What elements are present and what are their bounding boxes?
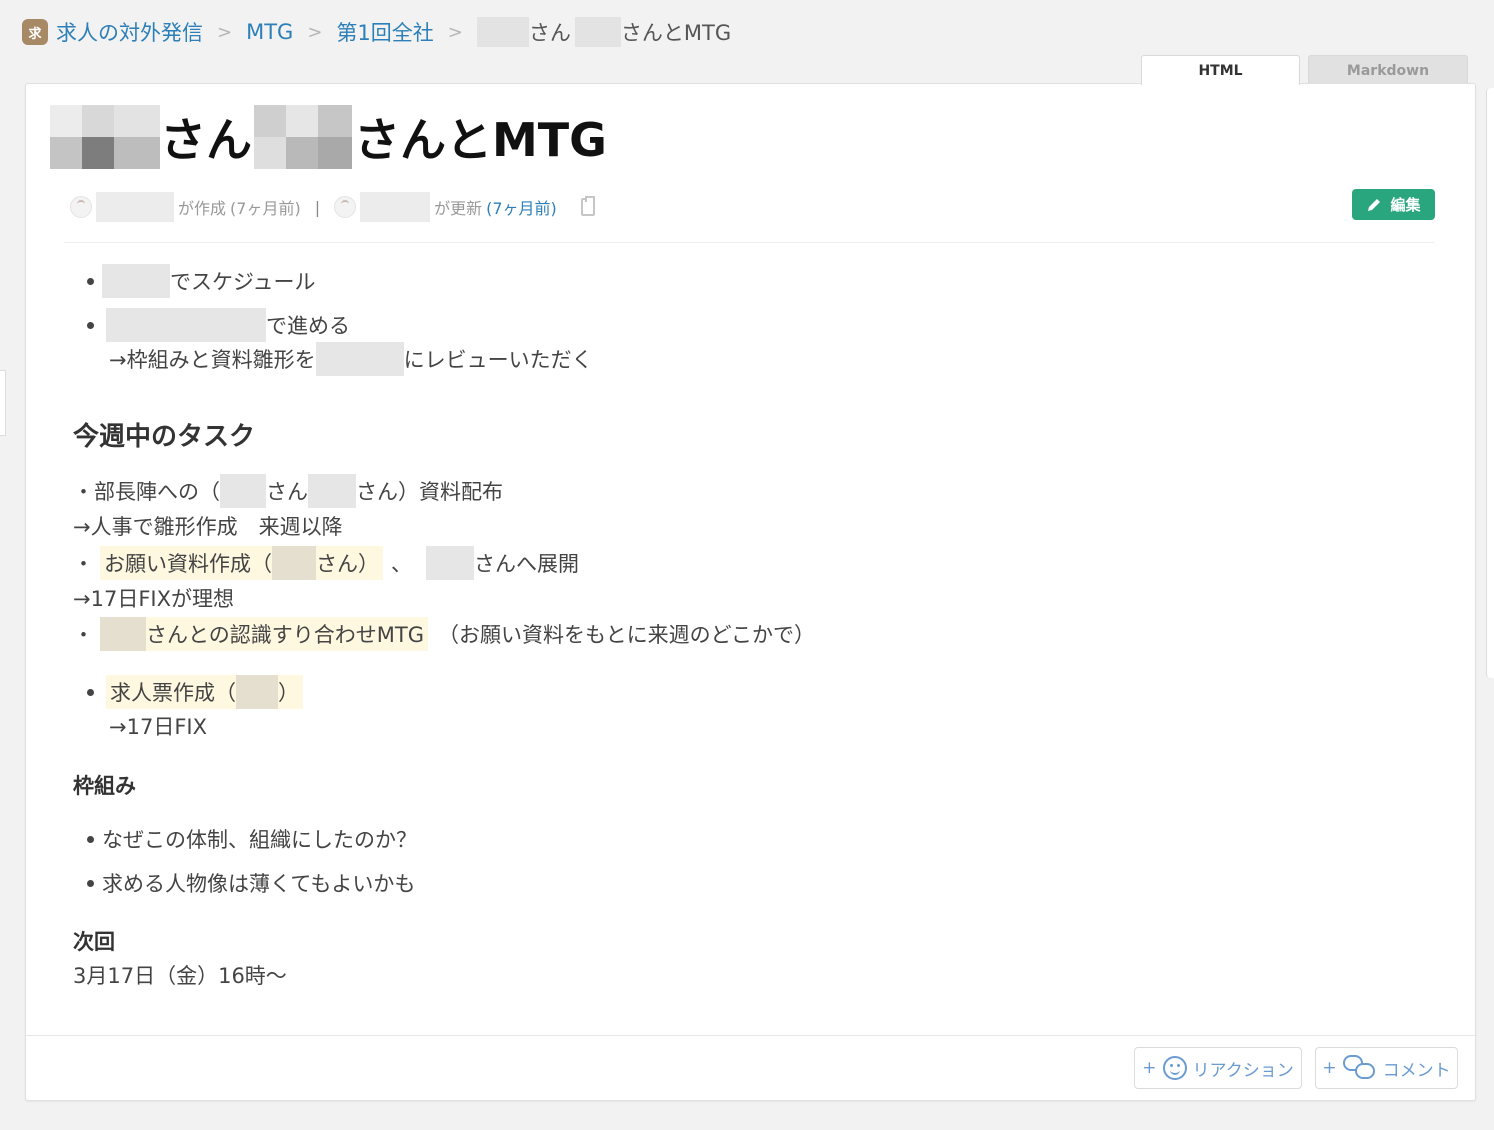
comment-icon: [1342, 1055, 1377, 1081]
pencil-icon: [1368, 198, 1381, 211]
list-item: 求人票作成（ ）: [87, 675, 303, 709]
redacted-text: [426, 546, 474, 580]
task-text: 、: [391, 552, 412, 576]
bullet: [87, 321, 94, 329]
redacted-text: [315, 342, 404, 376]
right-side-panel-edge[interactable]: [1486, 88, 1494, 678]
heading-weekly-tasks: 今週中のタスク: [73, 422, 256, 452]
smile-icon: [1162, 1056, 1187, 1080]
project-icon[interactable]: 求: [22, 19, 48, 45]
bullet: [87, 688, 94, 696]
page-title: さん さんとMTG: [50, 101, 607, 173]
list-item: なぜこの体制、組織にしたのか？: [87, 822, 417, 856]
list-item-text: で進める: [266, 314, 350, 338]
breadcrumb-current-part: さん: [528, 21, 571, 45]
subline-text: →枠組みと資料雛形を: [109, 348, 316, 372]
title-part: さんとMTG: [354, 113, 607, 167]
task-text: ・部長陣への（: [73, 480, 220, 504]
list-item-text: でスケジュール: [170, 270, 316, 294]
tab-markdown[interactable]: Markdown: [1308, 55, 1468, 85]
meta-divider: |: [314, 197, 321, 217]
plus-icon: +: [1322, 1058, 1337, 1078]
reaction-label: リアクション: [1192, 1060, 1294, 1081]
redacted-name-mosaic: [50, 105, 160, 169]
list-item: 求める人物像は薄くてもよいかも: [87, 866, 415, 900]
list-item-text: なぜこの体制、組織にしたのか？: [102, 828, 417, 852]
task-text: 求人票作成（: [110, 681, 236, 705]
task-line: ・ お願い資料作成（ さん） 、 さんへ展開: [73, 546, 579, 580]
chevron-right-icon: >: [307, 21, 323, 43]
redacted-text: [100, 617, 146, 651]
created-label: が作成: [178, 199, 227, 218]
task-text: お願い資料作成（: [104, 552, 272, 576]
highlighted-text: お願い資料作成（ さん）: [100, 546, 383, 580]
list-item: でスケジュール: [87, 264, 316, 298]
redacted-updater: [360, 192, 431, 222]
redacted-name: [476, 17, 529, 47]
redacted-text: [102, 264, 170, 298]
heading-framework: 枠組み: [73, 774, 136, 798]
breadcrumb-item-mtg[interactable]: MTG: [246, 20, 293, 44]
highlighted-text: 求人票作成（ ）: [106, 675, 303, 709]
task-line: →人事で雛形作成 来週以降: [73, 515, 343, 539]
subline-text: にレビューいただく: [403, 348, 593, 372]
task-text: さん）: [316, 552, 379, 576]
task-text: （お願い資料をもとに来週のどこかで）: [438, 623, 815, 647]
breadcrumb-current-part: さんとMTG: [620, 21, 732, 45]
breadcrumb-item-first-meeting[interactable]: 第1回全社: [336, 17, 433, 47]
clipboard-icon[interactable]: [580, 196, 595, 216]
task-text: さん）資料配布: [356, 480, 503, 504]
page-meta: が作成 (7ヶ月前) | が更新 (7ヶ月前): [70, 192, 595, 222]
tab-html[interactable]: HTML: [1141, 55, 1300, 85]
redacted-creator: [96, 192, 174, 222]
redacted-name-mosaic: [254, 105, 352, 169]
list-item: で進める: [87, 308, 350, 342]
header-divider: [64, 242, 1434, 243]
created-time: (7ヶ月前): [230, 199, 301, 218]
plus-icon: +: [1142, 1058, 1157, 1078]
breadcrumb-current: さん さんとMTG: [476, 17, 732, 47]
task-text: さんとの認識すり合わせMTG: [146, 623, 425, 647]
chevron-right-icon: >: [217, 21, 233, 43]
list-item-text: 求める人物像は薄くてもよいかも: [102, 872, 416, 896]
next-meeting-text: 3月17日（金）16時～: [73, 964, 287, 988]
highlighted-text: さんとの認識すり合わせMTG: [100, 617, 429, 651]
redacted-text: [236, 675, 278, 709]
redacted-name: [574, 17, 621, 47]
list-item-subline: →17日FIX: [109, 715, 207, 739]
breadcrumb: 求 求人の対外発信 > MTG > 第1回全社 > さん さんとMTG: [22, 16, 731, 48]
task-text: さんへ展開: [474, 552, 579, 576]
redacted-text: [220, 474, 266, 508]
add-reaction-button[interactable]: + リアクション: [1134, 1047, 1302, 1089]
comment-label: コメント: [1382, 1060, 1451, 1081]
bullet: [87, 879, 94, 887]
avatar[interactable]: [70, 196, 92, 218]
task-text: ・: [73, 623, 94, 647]
task-line: ・ さんとの認識すり合わせMTG （お願い資料をもとに来週のどこかで）: [73, 617, 815, 651]
bullet: [87, 835, 94, 843]
edit-button[interactable]: 編集: [1352, 189, 1435, 220]
task-line: ・部長陣への（ さん さん）資料配布: [73, 474, 503, 508]
avatar[interactable]: [334, 196, 357, 218]
add-comment-button[interactable]: + コメント: [1315, 1047, 1458, 1089]
footer-divider: [26, 1035, 1475, 1036]
updated-time-link[interactable]: (7ヶ月前): [486, 195, 557, 219]
redacted-text: [272, 546, 316, 580]
chevron-right-icon: >: [447, 21, 463, 43]
breadcrumb-item-project[interactable]: 求人の対外発信: [56, 17, 203, 47]
task-line: →17日FIXが理想: [73, 587, 234, 611]
task-text: ・: [73, 552, 94, 576]
task-text: さん: [266, 480, 308, 504]
page-card: さん さんとMTG が作成 (7ヶ月前) | が更新 (7ヶ月前) 編集 でスケ…: [25, 83, 1476, 1101]
redacted-text: [106, 308, 266, 342]
redacted-text: [308, 474, 356, 508]
edit-button-label: 編集: [1390, 196, 1421, 214]
left-side-tab[interactable]: [0, 370, 6, 436]
updated-label: が更新: [434, 199, 483, 218]
task-text: ）: [278, 681, 299, 705]
heading-next: 次回: [73, 930, 115, 954]
title-part: さん: [160, 113, 252, 167]
list-item-subline: →枠組みと資料雛形を にレビューいただく: [109, 342, 593, 376]
bullet: [87, 277, 94, 285]
